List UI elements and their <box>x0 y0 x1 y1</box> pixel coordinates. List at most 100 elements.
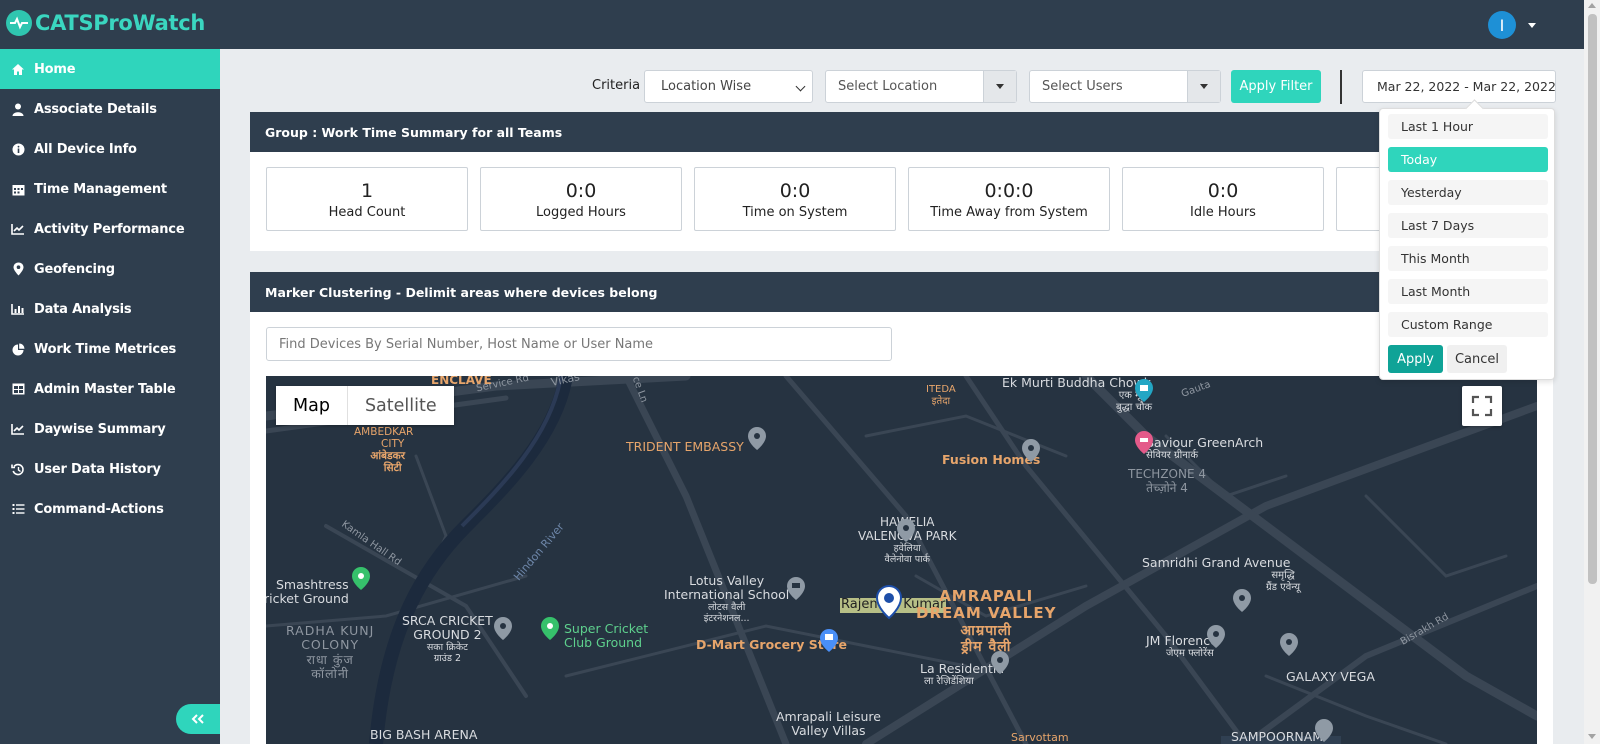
map-label-srca-line2: GROUND 2 <box>413 627 482 643</box>
range-option-label: Last 7 Days <box>1401 218 1475 233</box>
marker-clustering-panel: Marker Clustering - Delimit areas where … <box>250 272 1553 744</box>
criteria-select-value: Location Wise <box>661 79 752 94</box>
map-label-saviour: Saviour GreenArch <box>1146 435 1264 450</box>
map-label-fusion: Fusion Homes <box>942 452 1041 467</box>
map-label-radha-hi2: कॉलोनी <box>311 666 350 682</box>
map-type-map-button[interactable]: Map <box>276 386 347 425</box>
app-logo[interactable]: CATSProWatch <box>6 10 205 36</box>
map-label-radha-line1: RADHA KUNJ <box>286 623 375 638</box>
map-label-radha-hi: राधा कुंज <box>306 651 354 667</box>
user-avatar[interactable]: I <box>1488 11 1516 39</box>
pie-chart-icon <box>11 342 25 356</box>
double-chevron-left-icon <box>191 710 205 728</box>
map-label-samridhi-hi1: समृद्धि <box>1271 570 1295 581</box>
sidebar-item-admin-master-table[interactable]: Admin Master Table <box>0 369 220 409</box>
map-label-samridhi-hi2: ग्रैंड एवेन्यू <box>1266 581 1301 593</box>
location-select[interactable]: Select Location <box>825 70 1017 103</box>
fullscreen-button[interactable] <box>1462 386 1502 426</box>
scroll-up-arrow-icon[interactable] <box>1588 3 1596 8</box>
map-label-ambedkar-line2: CITY <box>381 438 405 451</box>
area-chart-icon <box>11 422 25 436</box>
range-option-yesterday[interactable]: Yesterday <box>1388 180 1548 205</box>
devices-map[interactable]: Service Rd Vikas ce Ln ENCLAVE AMBEDKAR … <box>266 376 1537 744</box>
map-label-amrapali-line2: DREAM VALLEY <box>916 604 1057 623</box>
range-option-label: Today <box>1401 152 1438 167</box>
sidebar-item-label: User Data History <box>34 461 161 477</box>
stat-value: 0:0 <box>779 180 811 202</box>
sidebar-item-command-actions[interactable]: Command-Actions <box>0 489 220 529</box>
location-dropdown-toggle[interactable] <box>983 71 1016 102</box>
range-option-label: This Month <box>1401 251 1470 266</box>
range-option-last-7-days[interactable]: Last 7 Days <box>1388 213 1548 238</box>
page-scrollbar[interactable] <box>1584 0 1600 744</box>
map-type-control: Map Satellite <box>276 386 454 425</box>
table-icon <box>11 382 25 396</box>
stat-label: Idle Hours <box>1190 205 1256 220</box>
range-option-last-month[interactable]: Last Month <box>1388 279 1548 304</box>
sidebar-item-all-device-info[interactable]: All Device Info <box>0 129 220 169</box>
map-label-leisure-line1: Amrapali Leisure <box>776 709 881 724</box>
bar-chart-icon <box>11 302 25 316</box>
device-search-placeholder: Find Devices By Serial Number, Host Name… <box>279 336 654 352</box>
map-label-samridhi-hi: समृद्धि ग्रैंड एवेन्यू <box>1266 570 1300 593</box>
criteria-label: Criteria <box>592 78 641 93</box>
stat-card-time-away: 0:0:0 Time Away from System <box>908 167 1110 231</box>
map-label-ambedkar-hi: आंबेडकर <box>370 450 406 463</box>
device-search-input[interactable]: Find Devices By Serial Number, Host Name… <box>266 327 892 361</box>
criteria-select[interactable]: Location Wise <box>644 70 813 103</box>
range-option-this-month[interactable]: This Month <box>1388 246 1548 271</box>
date-apply-button[interactable]: Apply <box>1388 345 1443 373</box>
sidebar-item-label: Daywise Summary <box>34 421 166 437</box>
map-label-hawelia-line2: VALENOVA PARK <box>858 528 957 543</box>
range-option-label: Last 1 Hour <box>1401 119 1474 134</box>
stat-value: 1 <box>360 180 374 202</box>
sidebar-item-daywise-summary[interactable]: Daywise Summary <box>0 409 220 449</box>
map-label-smashtress-line2: ricket Ground <box>266 591 349 607</box>
users-dropdown-toggle[interactable] <box>1187 71 1220 102</box>
fullscreen-icon <box>1462 395 1502 430</box>
sidebar-item-user-data-history[interactable]: User Data History <box>0 449 220 489</box>
sidebar-item-label: Geofencing <box>34 261 115 277</box>
scroll-down-arrow-icon[interactable] <box>1588 734 1596 739</box>
date-range-picker[interactable]: Mar 22, 2022 - Mar 22, 2022 <box>1362 70 1556 103</box>
sidebar-item-label: Associate Details <box>34 101 157 117</box>
sidebar-item-label: Home <box>34 61 76 77</box>
map-type-satellite-button[interactable]: Satellite <box>346 386 454 425</box>
map-label-ek-murti: Ek Murti Buddha Chowk <box>1002 376 1151 390</box>
stat-label: Logged Hours <box>536 205 626 220</box>
stat-value: 0:0:0 <box>984 180 1034 202</box>
map-label-leisure-valley: Amrapali Leisure Valley Villas <box>776 709 881 739</box>
range-option-label: Last Month <box>1401 284 1471 299</box>
sidebar-item-home[interactable]: Home <box>0 49 220 89</box>
scroll-thumb[interactable] <box>1588 14 1597 584</box>
map-label-ek-murti-hi: एक मूर्ति बुद्धा चौक <box>1116 390 1152 413</box>
map-label-dmart: D-Mart Grocery Store <box>696 637 847 652</box>
sidebar-item-time-management[interactable]: Time Management <box>0 169 220 209</box>
users-select[interactable]: Select Users <box>1029 70 1221 103</box>
map-label-samridhi: Samridhi Grand Avenue <box>1142 555 1291 570</box>
map-label-ambedkar: AMBEDKAR CITY आंबेडकर सिटी <box>354 426 413 474</box>
user-menu-caret-icon[interactable] <box>1528 23 1536 28</box>
sidebar-item-work-time-metrices[interactable]: Work Time Metrices <box>0 329 220 369</box>
range-option-today[interactable]: Today <box>1388 147 1548 172</box>
range-option-last-1-hour[interactable]: Last 1 Hour <box>1388 114 1548 139</box>
date-cancel-button[interactable]: Cancel <box>1447 345 1507 373</box>
divider <box>1340 70 1342 104</box>
sidebar-item-activity-performance[interactable]: Activity Performance <box>0 209 220 249</box>
home-icon <box>11 62 25 76</box>
sidebar-item-label: Activity Performance <box>34 221 185 237</box>
stat-card-head-count: 1 Head Count <box>266 167 468 231</box>
sidebar-collapse-button[interactable] <box>176 704 220 734</box>
sidebar-item-label: Time Management <box>34 181 167 197</box>
sidebar-item-geofencing[interactable]: Geofencing <box>0 249 220 289</box>
map-label-la-residentia-hi: ला रेज़िडेंशिया <box>924 676 974 687</box>
map-label-big-bash: BIG BASH ARENA <box>370 727 478 742</box>
map-label-ambedkar-line1: AMBEDKAR <box>354 426 414 438</box>
range-option-label: Custom Range <box>1401 317 1493 332</box>
apply-filter-button[interactable]: Apply Filter <box>1231 70 1321 103</box>
map-label-jm-florence: JM Florence <box>1146 633 1218 648</box>
stat-card-logged-hours: 0:0 Logged Hours <box>480 167 682 231</box>
range-option-custom-range[interactable]: Custom Range <box>1388 312 1548 337</box>
sidebar-item-associate-details[interactable]: Associate Details <box>0 89 220 129</box>
sidebar-item-data-analysis[interactable]: Data Analysis <box>0 289 220 329</box>
